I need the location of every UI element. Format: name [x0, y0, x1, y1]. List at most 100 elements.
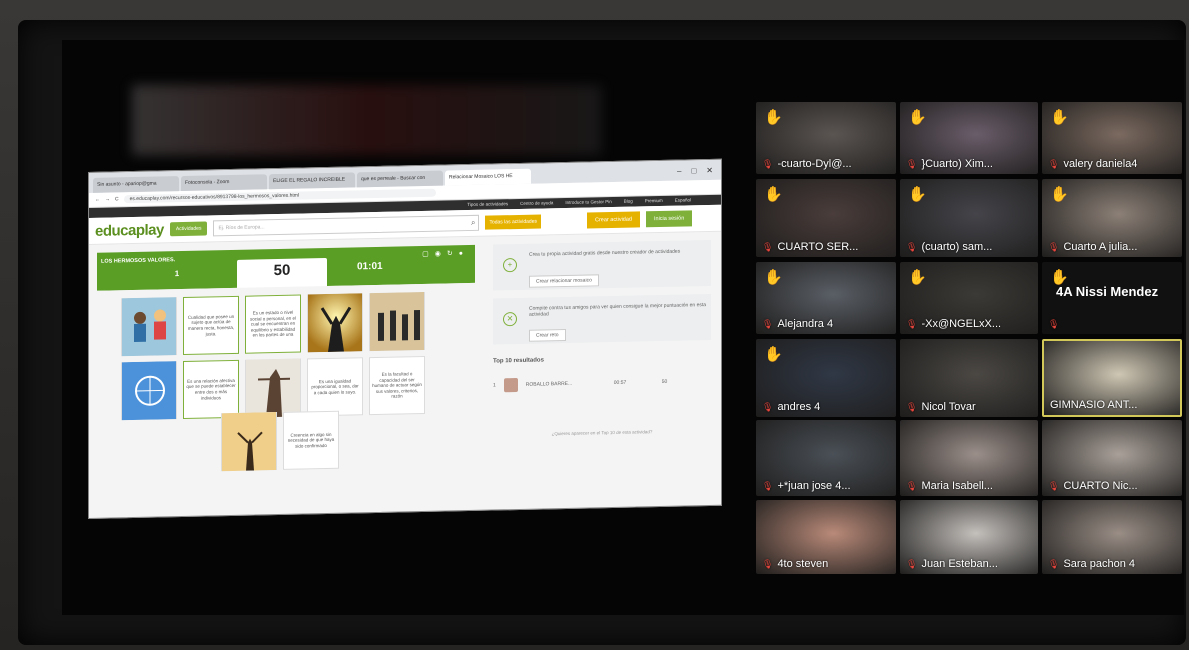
participant-tile[interactable]: ✋ 🎙 andres 4: [756, 339, 896, 417]
create-challenge-button[interactable]: Crear reto: [529, 328, 566, 342]
image-card-kids[interactable]: [121, 297, 177, 357]
rank-points: 50: [661, 378, 668, 385]
sunrise-illustration: [308, 293, 362, 353]
search-icon[interactable]: ⌕: [471, 216, 475, 230]
definition-card[interactable]: Es un estado o nivel social o personal, …: [245, 294, 301, 354]
definition-card[interactable]: Cualidad que posee un sujeto que actúa d…: [183, 295, 239, 356]
participant-label: 🎙 +*juan jose 4...: [762, 480, 851, 492]
shared-screen-browser: Sin asunto - apariop@gma Fotoconsola - Z…: [88, 158, 722, 519]
browser-tab[interactable]: Fotoconsola - Zoom: [181, 174, 267, 192]
participant-tile[interactable]: ✋ 🎙 valery daniela4: [1042, 102, 1182, 174]
eye-icon[interactable]: ◉: [435, 250, 447, 257]
actividades-button[interactable]: Actividades: [169, 221, 208, 237]
participant-label: GIMNASIO ANT...: [1050, 399, 1137, 411]
participant-tile[interactable]: 🎙 CUARTO Nic...: [1042, 420, 1182, 496]
participant-tile[interactable]: 🎙 Juan Esteban...: [900, 500, 1038, 574]
score-display: 50: [237, 257, 327, 290]
muted-mic-icon: 🎙: [762, 402, 774, 412]
maximize-icon[interactable]: □: [691, 162, 696, 180]
participant-tile[interactable]: ✋ 🎙 Cuarto A julia...: [1042, 179, 1182, 257]
raised-hand-icon: ✋: [764, 109, 783, 126]
top-link[interactable]: Centro de ayuda: [520, 198, 553, 209]
participant-tile[interactable]: 🎙 Sara pachon 4: [1042, 500, 1182, 574]
image-card-friends[interactable]: [369, 291, 425, 352]
participant-tile[interactable]: ✋ 🎙 -Xx@NGELxX...: [900, 262, 1038, 334]
participant-label: 🎙 Nicol Tovar: [906, 401, 976, 413]
help-icon[interactable]: ●: [459, 250, 469, 257]
browser-tab[interactable]: Sin asunto - apariop@gma: [93, 176, 179, 193]
raised-hand-icon: ✋: [1050, 186, 1069, 203]
image-card-justice[interactable]: [245, 358, 301, 418]
participant-tile[interactable]: ✋ 4A Nissi Mendez 🎙: [1042, 262, 1182, 334]
crear-actividad-button[interactable]: Crear actividad: [586, 211, 640, 229]
browser-tab-active[interactable]: Relacionar Mosaico LOS HE: [445, 168, 531, 186]
image-card-un[interactable]: [121, 361, 177, 421]
image-card-sunrise[interactable]: [307, 293, 363, 353]
browser-tab[interactable]: ELIGE EL REGALO INCREIBLE: [269, 172, 355, 190]
participant-label: 🎙 Sara pachon 4: [1048, 558, 1135, 570]
definition-card[interactable]: Es una igualdad proporcional, o sea, dar…: [307, 357, 363, 417]
participant-tile[interactable]: 🎙 +*juan jose 4...: [756, 420, 896, 496]
page-content: LOS HERMOSOS VALORES. ▢◉↻● 1 50 01:01 Cu…: [89, 232, 721, 476]
top10-footnote: ¿Quieres aparecer en el Top 10 de esta a…: [551, 429, 653, 437]
participant-name: -cuarto-Dyl@...: [777, 158, 852, 170]
participant-tile[interactable]: 🎙 Maria Isabell...: [900, 420, 1038, 496]
top10-title: Top 10 resultados: [493, 357, 544, 365]
top-link[interactable]: Premium: [645, 196, 663, 206]
muted-mic-icon: 🎙: [762, 159, 774, 169]
raised-hand-icon: ✋: [764, 346, 783, 363]
cta-text: Compite contra tus amigos para ver quien…: [529, 302, 707, 318]
top-link[interactable]: Introduce tu Gestor Pin: [565, 197, 611, 208]
avatar: [503, 377, 518, 393]
create-mosaic-button[interactable]: Crear relacionar mosaico: [529, 274, 599, 288]
definition-card[interactable]: Es la facultad o capacidad del ser human…: [369, 355, 425, 416]
participant-label: 🎙 Cuarto A julia...: [1048, 241, 1137, 253]
participant-label: 🎙: [1048, 318, 1063, 330]
back-icon[interactable]: ←: [95, 197, 100, 203]
top-link[interactable]: Tipos de actividades: [467, 199, 508, 210]
muted-mic-icon: 🎙: [906, 319, 918, 329]
participant-tile[interactable]: ✋ 🎙 CUARTO SER...: [756, 179, 896, 257]
close-icon[interactable]: ✕: [706, 162, 713, 180]
participant-label: 🎙 CUARTO SER...: [762, 241, 858, 253]
participant-name-large: 4A Nissi Mendez: [1056, 284, 1159, 299]
rank-position: 1: [493, 382, 496, 389]
restart-icon[interactable]: ↻: [447, 250, 459, 257]
participant-label: 🎙 Juan Esteban...: [906, 558, 998, 570]
screen-glare: [132, 85, 602, 155]
forward-icon[interactable]: →: [105, 197, 110, 203]
fullscreen-icon[interactable]: ▢: [422, 251, 435, 258]
muted-mic-icon: 🎙: [906, 481, 918, 491]
definition-card[interactable]: Creencia en algo sin necesidad de que ha…: [283, 410, 339, 470]
raised-hand-icon: ✋: [764, 269, 783, 286]
participant-tile[interactable]: ✋ 🎙 (cuarto) sam...: [900, 179, 1038, 257]
inicia-sesion-button[interactable]: Inicia sesión: [645, 210, 693, 228]
browser-tab[interactable]: que es perreale - Buscar con: [357, 170, 443, 188]
sidebar-panel: + Crea tu propia actividad gratis desde …: [493, 239, 711, 468]
participant-tile[interactable]: 🎙 Nicol Tovar: [900, 339, 1038, 417]
participant-name: Maria Isabell...: [921, 480, 993, 492]
search-input[interactable]: Ej. Ríos de Europa... ⌕: [213, 214, 480, 237]
un-emblem: [122, 361, 176, 421]
muted-mic-icon: 🎙: [1048, 242, 1060, 252]
participant-tile[interactable]: ✋ 🎙}Cuarto) Xim...: [900, 102, 1038, 174]
todas-actividades-button[interactable]: Todas las actividades: [485, 214, 541, 230]
top-link[interactable]: Español: [675, 195, 691, 205]
top-link[interactable]: Blog: [624, 197, 633, 207]
raised-hand-icon: ✋: [908, 269, 927, 286]
minimize-icon[interactable]: –: [677, 163, 681, 181]
participant-tile[interactable]: 🎙 4to steven: [756, 500, 896, 574]
participant-tile[interactable]: ✋ 🎙 -cuarto-Dyl@...: [756, 102, 896, 174]
participant-label: 🎙 -Xx@NGELxX...: [906, 318, 1001, 330]
image-card-faith[interactable]: [221, 412, 277, 472]
participant-tile[interactable]: GIMNASIO ANT...: [1042, 339, 1182, 417]
participant-name: Nicol Tovar: [921, 401, 976, 413]
kids-illustration: [122, 297, 176, 357]
definition-card[interactable]: Es una relación afectiva que se puede es…: [183, 359, 239, 420]
participant-name: valery daniela4: [1063, 158, 1138, 170]
educaplay-logo[interactable]: educaplay: [95, 221, 164, 239]
participant-name: (cuarto) sam...: [921, 241, 993, 253]
participant-tile[interactable]: ✋ 🎙 Alejandra 4: [756, 262, 896, 334]
reload-icon[interactable]: C: [115, 196, 119, 202]
mosaic-board: Cualidad que posee un sujeto que actúa d…: [97, 282, 475, 476]
